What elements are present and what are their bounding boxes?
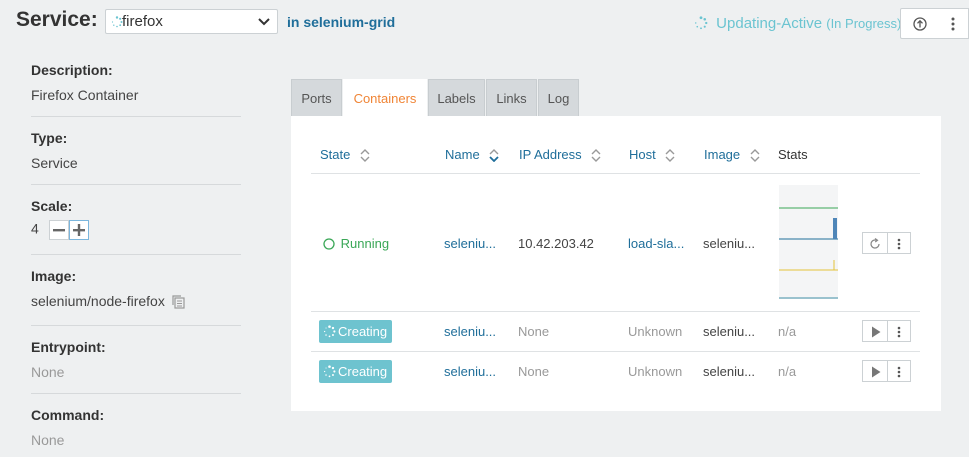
container-image: seleniu... <box>703 364 756 379</box>
service-status: Updating-Active (In Progress) <box>694 15 901 32</box>
scale-value: 4 <box>31 220 39 237</box>
container-ip: None <box>518 364 550 379</box>
type-label: Type: <box>31 130 68 146</box>
stats-sparkline-chart <box>779 185 838 299</box>
column-header-ip-address[interactable]: IP Address <box>519 147 601 163</box>
stack-link[interactable]: selenium-grid <box>303 14 395 30</box>
divider <box>31 325 241 326</box>
column-header-name[interactable]: Name <box>445 147 499 163</box>
page-title: Service: <box>16 8 98 31</box>
description-section: Description: Firefox Container <box>31 62 241 103</box>
container-ip: None <box>518 324 550 339</box>
chevron-down-icon <box>258 18 270 26</box>
scale-control <box>48 220 89 240</box>
play-icon[interactable] <box>871 366 881 378</box>
kebab-icon[interactable] <box>897 366 901 378</box>
status-progress: (In Progress) <box>826 16 902 31</box>
status-text: Updating-Active <box>716 15 823 32</box>
entrypoint-value: None <box>31 364 65 380</box>
container-actions <box>862 320 911 342</box>
entrypoint-section: Entrypoint: None <box>31 339 241 380</box>
divider <box>31 393 241 394</box>
container-host-link[interactable]: load-sla... <box>628 236 684 251</box>
kebab-icon <box>951 17 955 31</box>
tab-labels[interactable]: Labels <box>428 79 485 116</box>
scale-section: Scale: 4 <box>31 198 241 240</box>
plus-icon <box>72 224 85 236</box>
command-section: Command: None <box>31 407 241 448</box>
service-select-value: firefox <box>122 13 163 30</box>
play-icon[interactable] <box>871 326 881 338</box>
description-value: Firefox Container <box>31 87 139 103</box>
upgrade-button[interactable] <box>900 8 939 39</box>
stack-breadcrumb: in selenium-grid <box>287 14 395 30</box>
kebab-icon[interactable] <box>897 238 901 250</box>
tab-ports[interactable]: Ports <box>291 79 342 116</box>
tab-links[interactable]: Links <box>486 79 537 116</box>
spinner-icon <box>695 16 708 30</box>
spinner-icon <box>323 325 336 338</box>
divider <box>31 184 241 185</box>
image-label: Image: <box>31 268 77 284</box>
scale-label: Scale: <box>31 198 73 214</box>
row-divider <box>311 351 920 352</box>
divider <box>31 116 241 117</box>
container-name-link[interactable]: seleniu... <box>444 364 496 379</box>
sort-icon <box>360 149 370 163</box>
restart-icon[interactable] <box>869 238 881 250</box>
container-actions <box>862 360 911 382</box>
container-image: seleniu... <box>703 236 756 251</box>
sort-icon <box>489 149 499 163</box>
tab-log[interactable]: Log <box>538 79 579 116</box>
container-actions <box>862 232 911 254</box>
container-name-link[interactable]: seleniu... <box>444 324 496 339</box>
more-actions-button[interactable] <box>938 8 969 39</box>
sort-icon <box>665 149 675 163</box>
image-section: Image: selenium/node-firefox <box>31 268 241 309</box>
row-divider <box>311 311 920 312</box>
type-section: Type: Service <box>31 130 241 171</box>
container-stats: n/a <box>778 364 797 379</box>
command-value: None <box>31 432 65 448</box>
container-stats: n/a <box>778 324 797 339</box>
command-label: Command: <box>31 407 105 423</box>
image-value: selenium/node-firefox <box>31 293 165 309</box>
tab-containers[interactable]: Containers <box>343 79 427 117</box>
state-creating-badge: Creating <box>319 360 392 383</box>
service-select[interactable]: firefox <box>105 9 278 34</box>
row-divider <box>311 173 920 174</box>
in-label: in <box>287 14 300 30</box>
column-header-state[interactable]: State <box>320 147 370 163</box>
containers-panel: State Name IP Address Host Image Stats R… <box>291 116 941 411</box>
state-creating-badge: Creating <box>319 320 392 343</box>
type-value: Service <box>31 155 78 171</box>
running-icon <box>323 238 335 250</box>
scale-increment-button[interactable] <box>68 220 89 240</box>
stats-sparklines <box>779 185 838 299</box>
kebab-icon[interactable] <box>897 326 901 338</box>
state-running: Running <box>323 236 389 251</box>
upgrade-icon <box>913 17 927 31</box>
minus-icon <box>52 229 65 232</box>
column-header-host[interactable]: Host <box>629 147 675 163</box>
copy-icon[interactable] <box>172 295 185 309</box>
description-label: Description: <box>31 62 113 78</box>
sort-icon <box>750 149 760 163</box>
sort-icon <box>591 149 601 163</box>
container-image: seleniu... <box>703 324 756 339</box>
container-host: Unknown <box>628 324 683 339</box>
divider <box>31 254 241 255</box>
spinner-icon <box>111 16 123 28</box>
spinner-icon <box>323 365 336 378</box>
scale-decrement-button[interactable] <box>48 220 69 240</box>
column-header-image[interactable]: Image <box>704 147 760 163</box>
container-host: Unknown <box>628 364 683 379</box>
column-header-stats: Stats <box>778 147 808 162</box>
container-name-link[interactable]: seleniu... <box>444 236 496 251</box>
container-ip: 10.42.203.42 <box>518 236 594 251</box>
entrypoint-label: Entrypoint: <box>31 339 106 355</box>
